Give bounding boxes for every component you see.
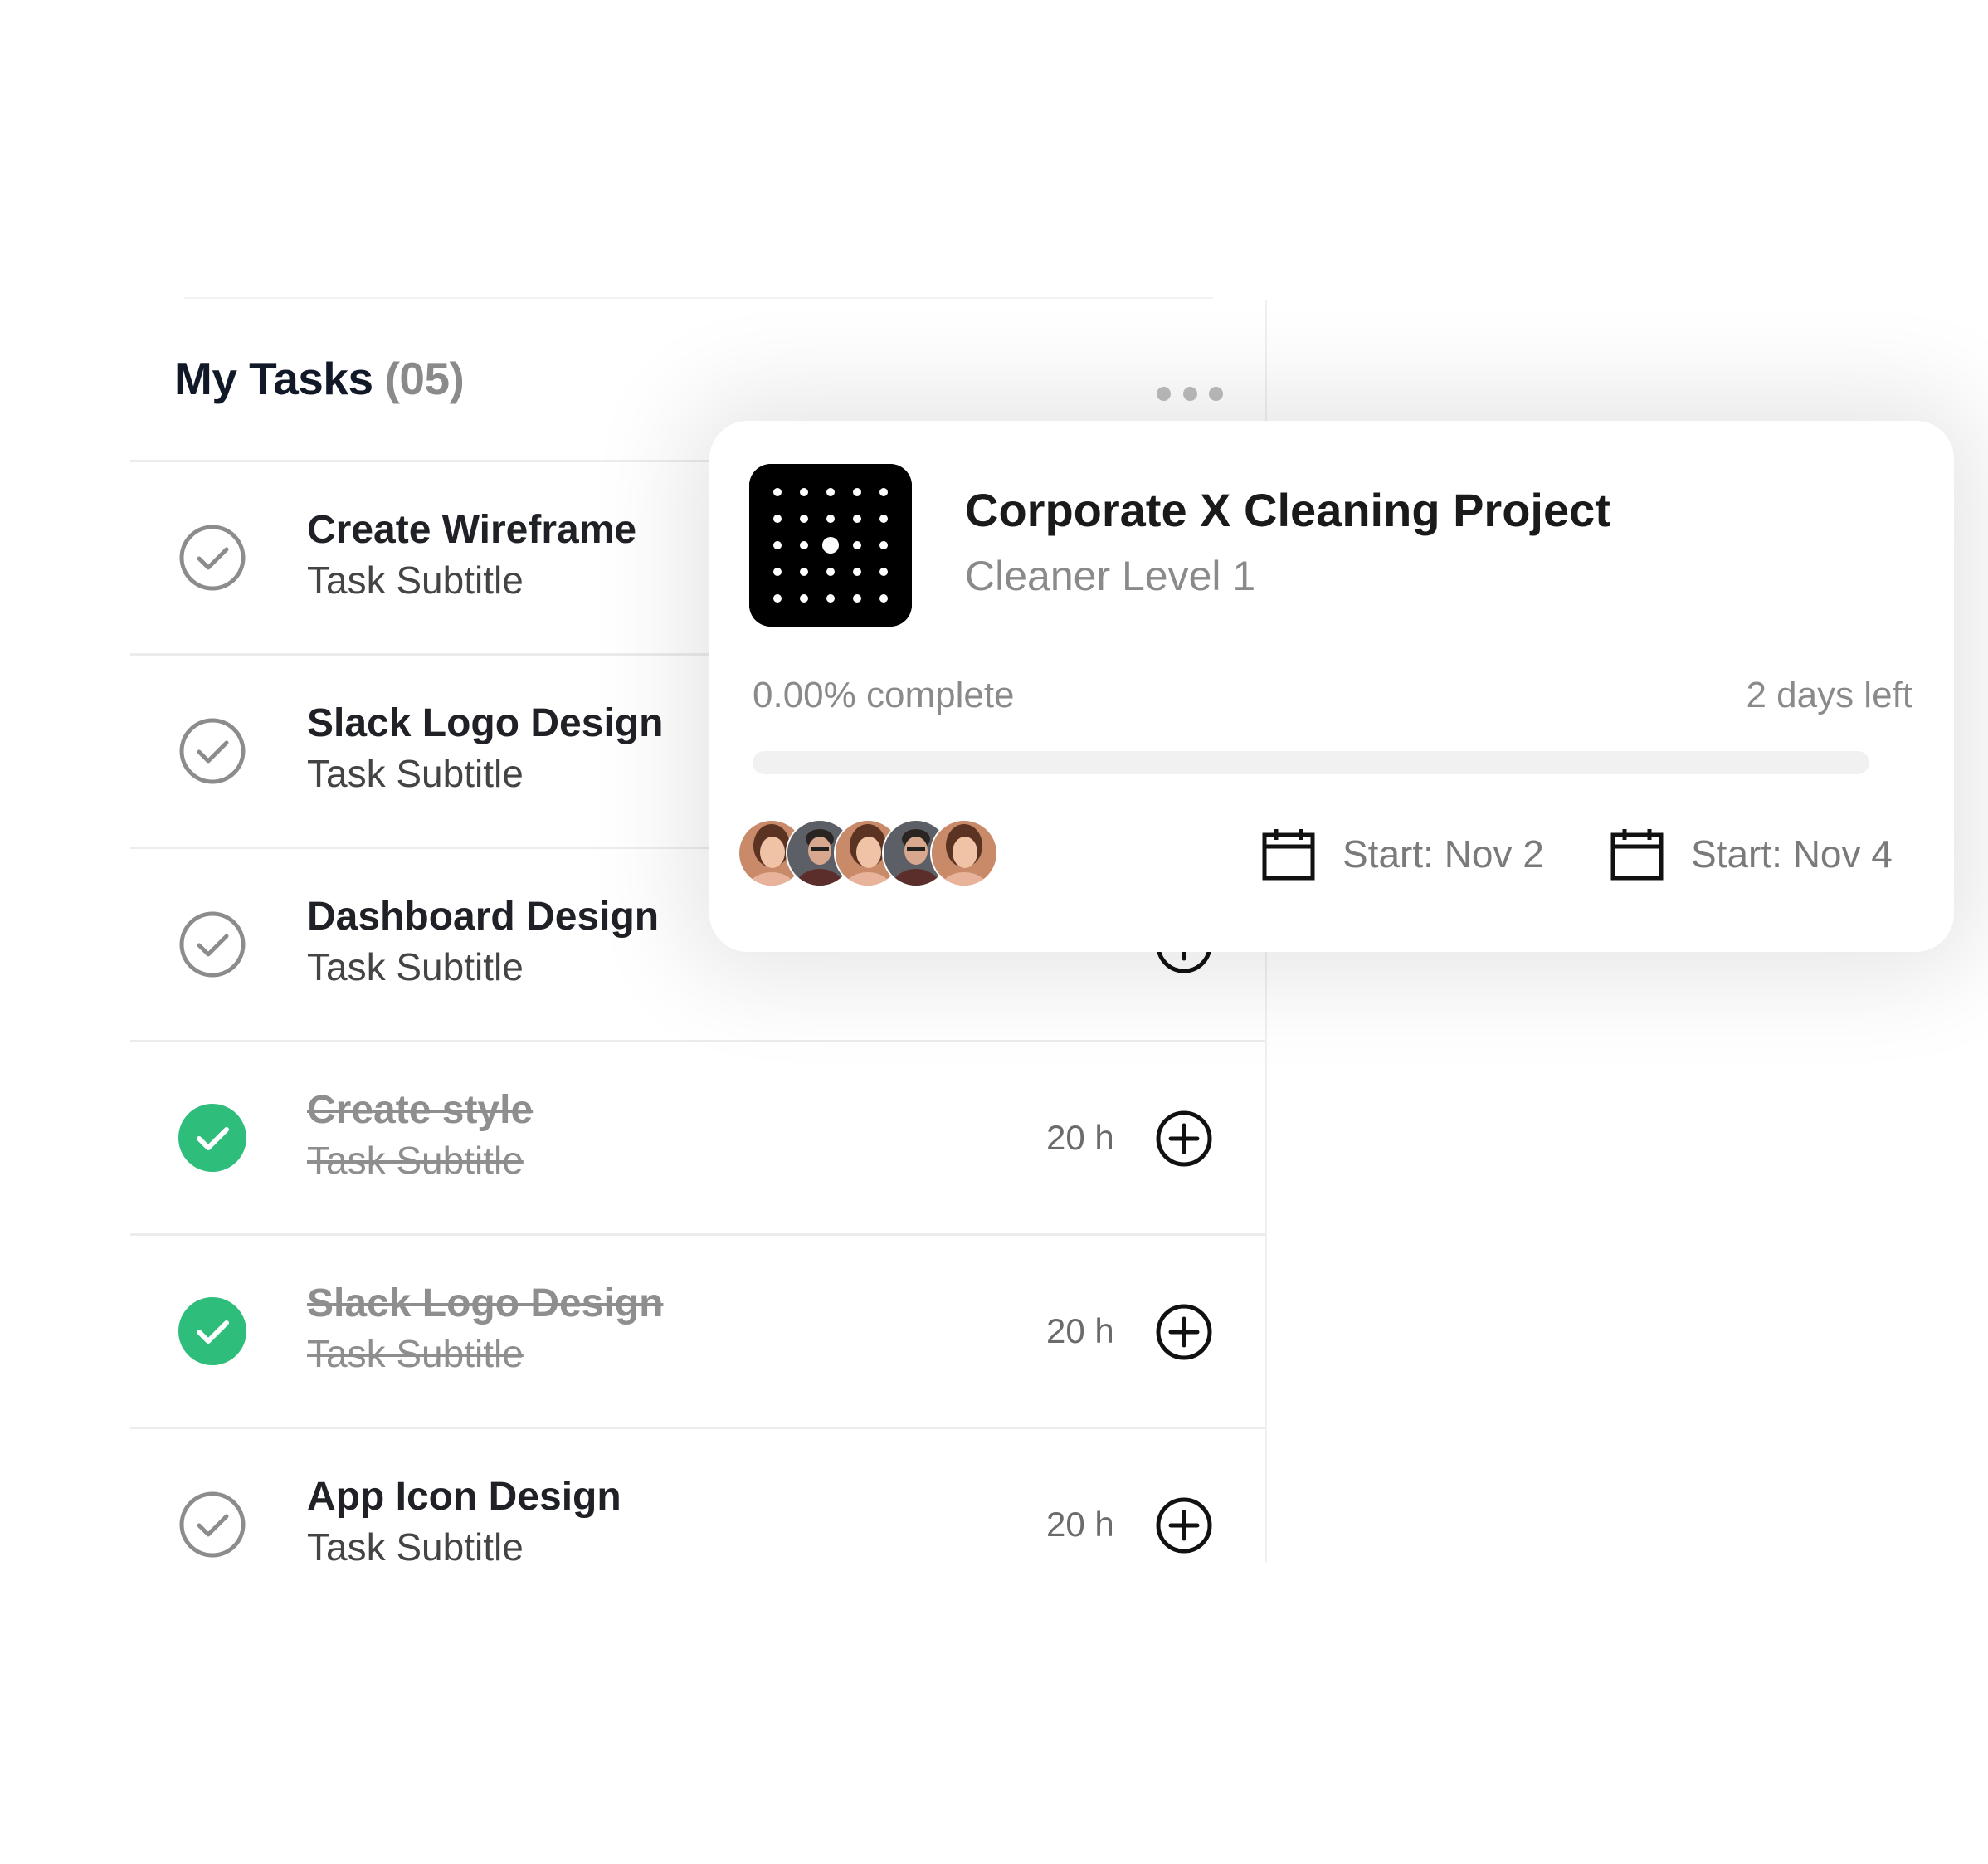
task-title: Slack Logo Design xyxy=(307,1281,664,1325)
task-subtitle: Task Subtitle xyxy=(307,945,524,988)
add-circle-icon[interactable] xyxy=(1154,1109,1214,1169)
task-title: App Icon Design xyxy=(307,1475,621,1519)
avatar[interactable] xyxy=(930,819,998,887)
menu-dot xyxy=(1209,386,1223,401)
task-title: Slack Logo Design xyxy=(307,701,664,745)
task-title: Create Wireframe xyxy=(307,508,637,552)
project-title: Corporate X Cleaning Project xyxy=(965,484,1610,536)
dot-grid-logo-icon xyxy=(749,464,912,627)
task-texts: App Icon Design Task Subtitle xyxy=(307,1472,621,1572)
check-circle-icon[interactable] xyxy=(177,522,248,593)
task-title: Create style xyxy=(307,1088,534,1132)
calendar-icon xyxy=(1610,829,1664,881)
task-subtitle: Task Subtitle xyxy=(307,752,524,795)
end-date-text: Start: Nov 4 xyxy=(1691,832,1893,876)
top-divider xyxy=(184,297,1213,299)
add-circle-icon[interactable] xyxy=(1154,1496,1214,1555)
project-role: Cleaner Level 1 xyxy=(965,553,1256,599)
tasks-title-label: My Tasks xyxy=(174,353,373,404)
task-texts: Slack Logo Design Task Subtitle xyxy=(307,1279,663,1378)
check-circle-filled-icon[interactable] xyxy=(177,1102,248,1174)
add-circle-icon[interactable] xyxy=(1154,1302,1214,1362)
task-subtitle: Task Subtitle xyxy=(307,1525,524,1569)
task-subtitle: Task Subtitle xyxy=(307,559,524,602)
check-circle-icon[interactable] xyxy=(177,909,248,980)
check-circle-icon[interactable] xyxy=(177,715,248,787)
task-subtitle: Task Subtitle xyxy=(307,1139,524,1182)
task-title: Dashboard Design xyxy=(307,895,660,939)
tasks-count: (05) xyxy=(384,353,465,404)
more-horizontal-icon[interactable] xyxy=(1157,377,1223,410)
start-date: Start: Nov 2 xyxy=(1261,827,1544,881)
task-subtitle: Task Subtitle xyxy=(307,1332,524,1375)
start-date-text: Start: Nov 2 xyxy=(1342,832,1544,876)
project-card[interactable]: Corporate X Cleaning Project Cleaner Lev… xyxy=(709,421,1954,952)
task-texts: Dashboard Design Task Subtitle xyxy=(307,892,659,992)
task-row[interactable]: Slack Logo Design Task Subtitle 20 h xyxy=(130,1236,1265,1429)
task-hours: 20 h xyxy=(1046,1118,1114,1157)
task-hours: 20 h xyxy=(1046,1505,1114,1544)
check-circle-icon[interactable] xyxy=(177,1489,248,1560)
member-avatars[interactable] xyxy=(738,819,1003,887)
progress-bar xyxy=(753,751,1869,774)
menu-dot xyxy=(1182,386,1197,401)
check-circle-filled-icon[interactable] xyxy=(177,1296,248,1367)
calendar-icon xyxy=(1262,829,1315,881)
days-left: 2 days left xyxy=(1746,675,1912,715)
task-hours: 20 h xyxy=(1046,1311,1114,1350)
task-row[interactable]: Create style Task Subtitle 20 h xyxy=(130,1042,1265,1236)
end-date: Start: Nov 4 xyxy=(1610,827,1893,881)
task-texts: Slack Logo Design Task Subtitle xyxy=(307,699,663,798)
task-texts: Create style Task Subtitle xyxy=(307,1086,533,1185)
task-row[interactable]: App Icon Design Task Subtitle 20 h xyxy=(130,1429,1265,1620)
task-texts: Create Wireframe Task Subtitle xyxy=(307,505,636,605)
tasks-title: My Tasks (05) xyxy=(174,352,465,405)
menu-dot xyxy=(1157,386,1171,401)
progress-label: 0.00% complete xyxy=(753,675,1015,715)
